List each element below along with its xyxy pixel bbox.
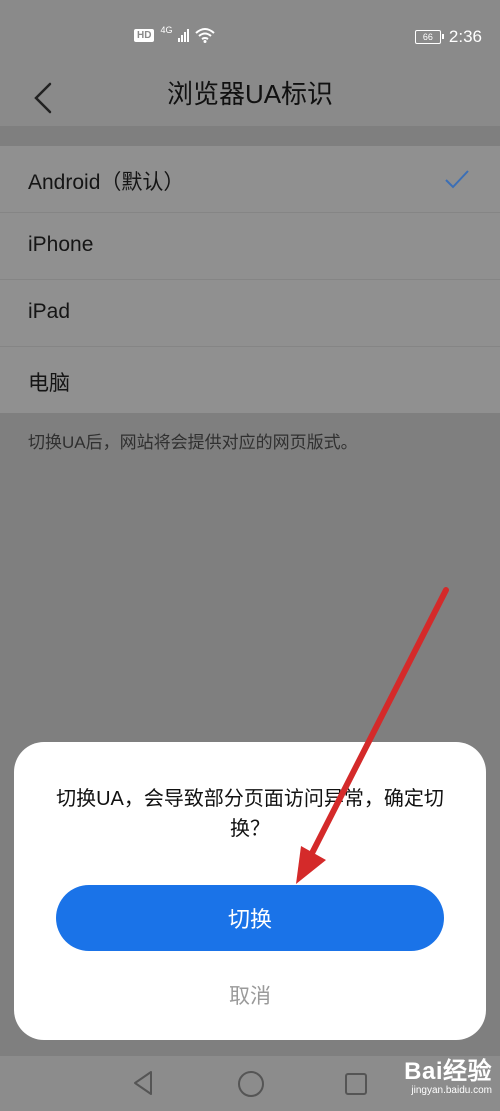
app-header: 浏览器UA标识	[0, 70, 500, 126]
hd-badge: HD	[134, 28, 155, 42]
clock: 2:36	[448, 27, 482, 46]
ua-option-label: Android（默认）	[28, 171, 185, 194]
nav-recents-icon[interactable]	[345, 1073, 367, 1095]
confirm-switch-button[interactable]: 切换	[56, 885, 444, 951]
nav-back-icon[interactable]	[132, 1070, 154, 1096]
watermark: Bai经验 jingyan.baidu.com	[404, 1060, 492, 1096]
nav-home-icon[interactable]	[238, 1071, 264, 1097]
confirm-dialog: 切换UA，会导致部分页面访问异常，确定切换？ 切换 取消	[14, 742, 486, 1040]
wifi-icon	[195, 28, 216, 43]
status-bar: HD 4G 66 2:36	[0, 0, 500, 70]
dialog-message: 切换UA，会导致部分页面访问异常，确定切换？	[56, 788, 444, 840]
ua-option-label: iPhone	[28, 233, 94, 256]
battery-level: 66	[422, 32, 433, 42]
ua-option-iphone[interactable]: iPhone	[0, 213, 500, 280]
page-title: 浏览器UA标识	[166, 79, 334, 109]
battery-icon: 66	[414, 30, 444, 44]
ua-option-android[interactable]: Android（默认）	[0, 146, 500, 213]
cancel-button[interactable]: 取消	[14, 980, 486, 1010]
status-icons-right: 66 2:36	[414, 27, 482, 47]
ua-option-list: Android（默认） iPhone iPad 电脑	[0, 146, 500, 413]
check-icon	[445, 170, 469, 189]
signal-icon	[178, 28, 190, 42]
status-icons-left: HD 4G	[134, 25, 216, 43]
network-generation: 4G	[160, 25, 173, 35]
ua-option-label: 电脑	[28, 372, 70, 395]
ua-option-computer[interactable]: 电脑	[0, 347, 500, 413]
watermark-url: jingyan.baidu.com	[411, 1085, 492, 1096]
ua-hint-text: 切换UA后，网站将会提供对应的网页版式。	[28, 433, 358, 452]
ua-option-ipad[interactable]: iPad	[0, 280, 500, 347]
ua-option-label: iPad	[28, 300, 71, 323]
watermark-brand: Bai经验	[404, 1058, 492, 1085]
